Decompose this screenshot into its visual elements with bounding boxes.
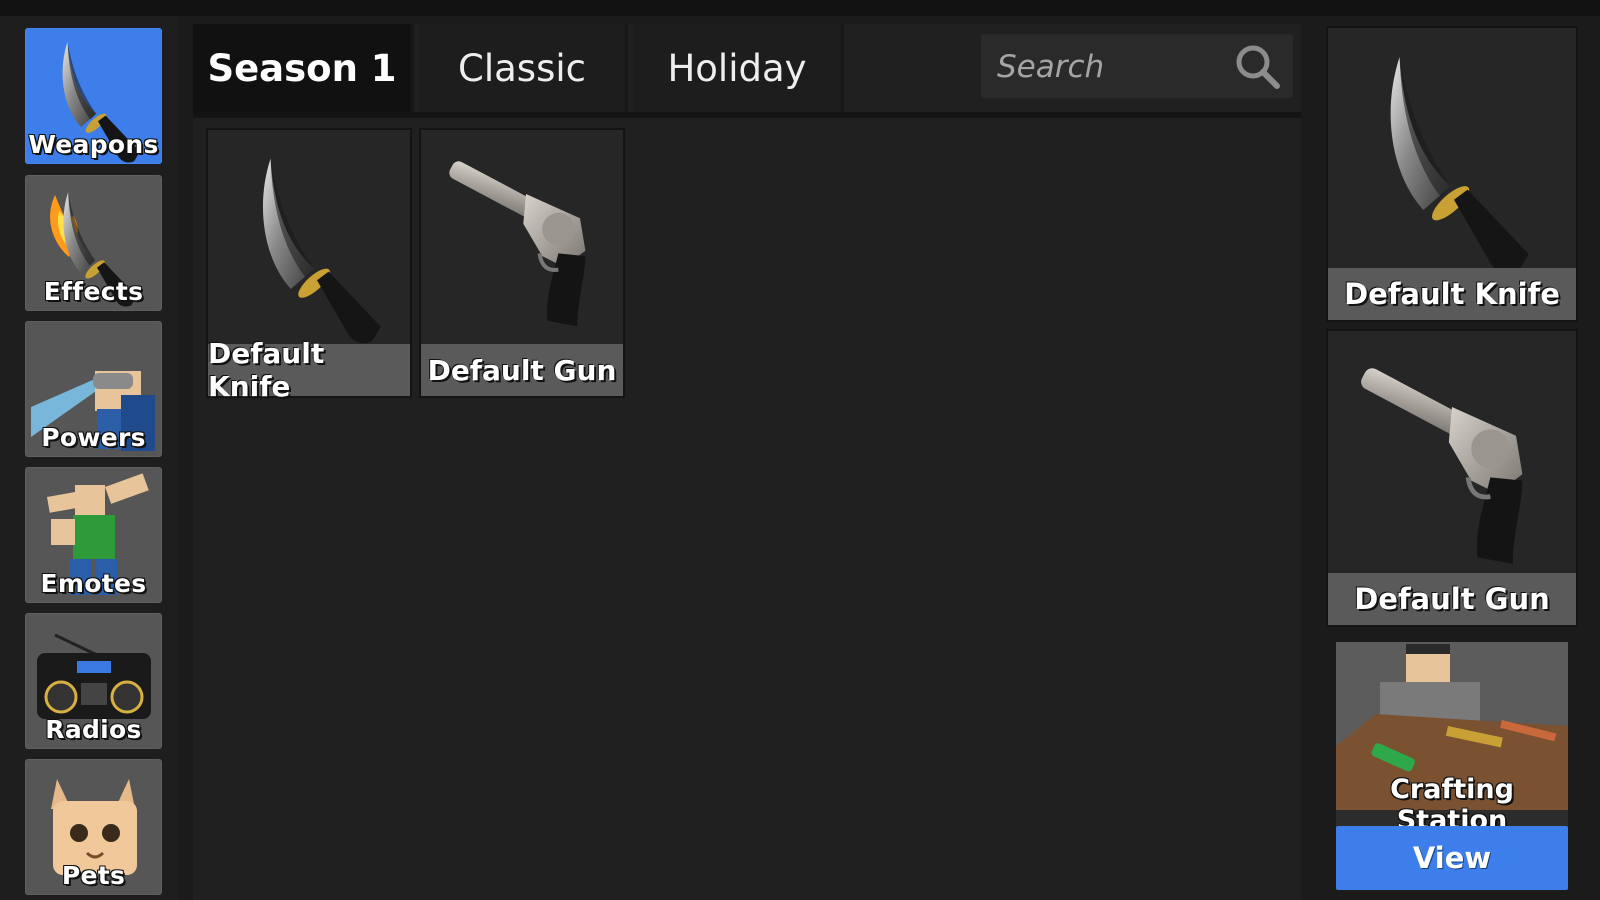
category-label: Radios [45, 715, 142, 744]
tab-season-1[interactable]: Season 1 [193, 24, 414, 112]
crafting-station-card: Crafting Station View [1336, 642, 1568, 890]
equipped-item-name: Default Gun [1328, 573, 1576, 625]
category-sidebar: Weapons Effects Powers Emotes Radios Pet… [0, 16, 178, 900]
category-label: Powers [41, 423, 146, 452]
category-weapons[interactable]: Weapons [25, 28, 162, 164]
search-box [981, 34, 1293, 98]
revolver-icon [1328, 331, 1576, 573]
category-effects[interactable]: Effects [25, 175, 162, 311]
category-pets[interactable]: Pets [25, 759, 162, 895]
inventory-panel: Season 1 Classic Holiday Default Knife D… [193, 24, 1301, 900]
tab-classic[interactable]: Classic [419, 24, 628, 112]
category-emotes[interactable]: Emotes [25, 467, 162, 603]
category-radios[interactable]: Radios [25, 613, 162, 749]
revolver-icon [421, 130, 623, 344]
equipped-knife-slot[interactable]: Default Knife [1328, 28, 1576, 320]
search-input[interactable] [995, 44, 1235, 90]
item-name: Default Knife [208, 337, 410, 403]
top-bar [0, 0, 1600, 16]
category-label: Emotes [40, 569, 147, 598]
knife-icon [1390, 57, 1529, 268]
category-powers[interactable]: Powers [25, 321, 162, 457]
item-card-default-gun[interactable]: Default Gun [421, 130, 623, 396]
equipped-gun-slot[interactable]: Default Gun [1328, 331, 1576, 625]
item-card-default-knife[interactable]: Default Knife [208, 130, 410, 403]
item-name: Default Gun [421, 344, 623, 396]
equipped-panel: Default Knife Default Gun Crafting Stati… [1310, 16, 1600, 900]
tab-divider [193, 112, 1301, 118]
equipped-item-name: Default Knife [1328, 268, 1576, 320]
view-button[interactable]: View [1336, 826, 1568, 890]
category-label: Effects [43, 277, 144, 306]
category-label: Weapons [28, 130, 159, 159]
category-label: Pets [61, 861, 126, 890]
search-icon[interactable] [1233, 42, 1283, 92]
knife-icon [262, 158, 381, 344]
tab-holiday[interactable]: Holiday [633, 24, 844, 112]
